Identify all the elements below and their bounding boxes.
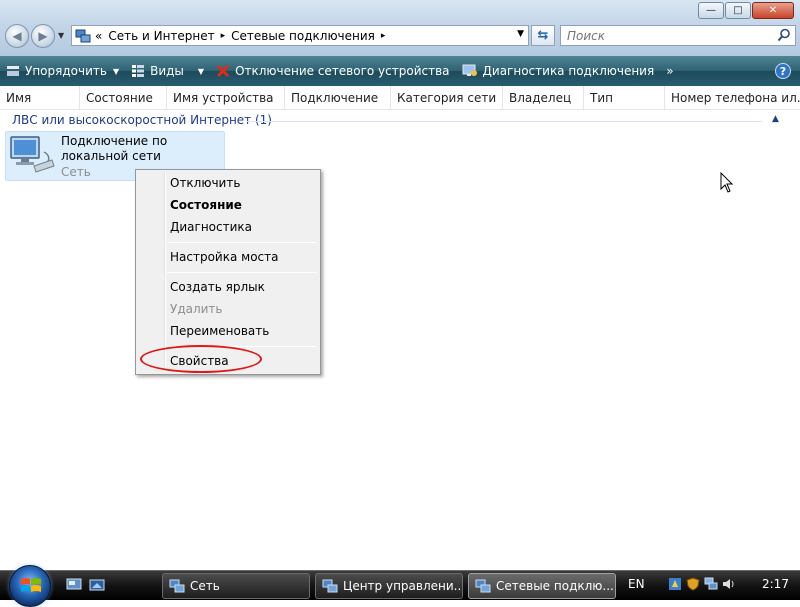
refresh-button[interactable]: ⇆ [531,25,555,46]
menu-item-status[interactable]: Состояние [170,197,242,213]
connection-subtitle: Сеть [61,165,91,179]
command-toolbar: Упорядочить ▼ Виды ▼ Отключение сетевого… [0,56,800,86]
network-connection-icon [8,134,58,183]
network-tray-icon[interactable] [704,577,718,591]
diagnose-icon [462,64,478,78]
menu-item-delete: Удалить [170,302,223,316]
forward-button[interactable]: ▶ [31,24,55,48]
clock[interactable]: 2:17 [762,577,789,591]
disable-device-button[interactable]: Отключение сетевого устройства [210,56,455,86]
volume-icon[interactable] [722,577,736,591]
network-connections-icon [475,578,491,594]
chevron-down-icon: ▼ [112,66,120,76]
windows-logo-icon [21,578,41,592]
back-button[interactable]: ◀ [5,24,29,48]
breadcrumb-separator[interactable]: ▸ [381,31,386,41]
column-header-type[interactable]: Тип [584,86,665,110]
diagnose-connection-button[interactable]: Диагностика подключения [456,56,661,86]
system-tray [668,577,740,591]
security-shield-icon[interactable] [686,577,700,591]
menu-item-bridge[interactable]: Настройка моста [170,249,278,265]
help-button[interactable]: ? [775,63,791,79]
tray-app-icon[interactable] [668,577,682,591]
help-icon: ? [779,64,787,78]
menu-separator [167,272,317,273]
menu-item-create-shortcut[interactable]: Создать ярлык [170,279,265,295]
address-chevron[interactable]: « [95,29,102,43]
column-header-status[interactable]: Состояние [80,86,167,110]
more-commands-icon: » [666,64,674,78]
back-arrow-icon: ◀ [12,29,22,43]
show-desktop-icon[interactable] [66,578,82,595]
organize-button[interactable]: Упорядочить ▼ [0,56,125,86]
connection-name: Подключение по локальной сети [61,134,168,163]
minimize-button[interactable]: — [698,2,724,19]
taskbar: Сеть Центр управлени... Сетевые подклю..… [0,565,800,607]
recent-pages-dropdown[interactable]: ▼ [58,31,64,40]
mouse-pointer-icon [720,171,734,197]
taskbar-button-label: Сеть [190,579,220,593]
organize-label: Упорядочить [25,64,107,78]
views-label: Виды [150,64,184,78]
forward-arrow-icon: ▶ [38,29,48,43]
network-center-icon [322,578,338,594]
close-button[interactable]: ✕ [752,2,794,19]
taskbar-button-label: Сетевые подклю... [496,579,614,593]
taskbar-button-label: Центр управлени... [343,579,463,593]
network-icon [169,578,185,594]
group-collapse-icon[interactable]: ▲ [772,114,779,124]
menu-item-diagnose[interactable]: Диагностика [170,219,252,235]
column-header-device-name[interactable]: Имя устройства [167,86,285,110]
breadcrumb-network-internet[interactable]: Сеть и Интернет [108,29,214,43]
column-header-phone-number[interactable]: Номер телефона ил... [665,86,800,110]
search-icon[interactable] [777,28,791,45]
refresh-icon: ⇆ [537,28,549,43]
highlight-circle-annotation [140,345,262,373]
group-divider [246,121,762,122]
window-titlebar: — □ ✕ ◀ ▶ ▼ « Сеть и Интернет ▸ Сетевые … [0,0,800,56]
views-button[interactable]: Виды ▼ [125,56,210,86]
breadcrumb-network-connections[interactable]: Сетевые подключения [231,29,375,43]
taskbar-button-network[interactable]: Сеть [162,573,310,599]
group-header[interactable]: ЛВС или высокоскоростной Интернет (1) [12,113,272,127]
diagnose-connection-label: Диагностика подключения [482,64,655,78]
start-button[interactable] [9,565,51,607]
menu-item-disable[interactable]: Отключить [170,175,240,191]
chevron-down-icon: ▼ [197,66,205,76]
menu-separator [167,242,317,243]
switch-windows-icon[interactable] [89,578,105,595]
disable-device-label: Отключение сетевого устройства [235,64,450,78]
taskbar-button-network-connections[interactable]: Сетевые подклю... [468,573,616,599]
network-folder-icon [75,28,91,44]
address-dropdown-icon[interactable]: ▼ [517,29,524,39]
organize-icon [6,64,20,78]
column-header-connectivity[interactable]: Подключение [285,86,391,110]
column-header-name[interactable]: Имя [0,86,80,110]
red-x-icon [216,64,230,78]
breadcrumb-separator[interactable]: ▸ [221,31,226,41]
menu-item-rename[interactable]: Переименовать [170,323,269,339]
address-bar[interactable]: « Сеть и Интернет ▸ Сетевые подключения … [71,25,529,46]
maximize-button[interactable]: □ [725,2,751,19]
column-header-network-category[interactable]: Категория сети [391,86,503,110]
context-menu: Отключить Состояние Диагностика Настройк… [135,169,321,375]
column-headers: Имя Состояние Имя устройства Подключение… [0,86,800,110]
more-commands-button[interactable]: » [660,56,679,86]
search-input[interactable] [561,26,761,45]
search-box[interactable] [560,25,796,46]
window-controls: — □ ✕ [697,2,794,19]
column-header-owner[interactable]: Владелец [503,86,584,110]
language-indicator[interactable]: EN [628,577,645,591]
taskbar-button-network-center[interactable]: Центр управлени... [315,573,463,599]
views-icon [131,64,145,78]
